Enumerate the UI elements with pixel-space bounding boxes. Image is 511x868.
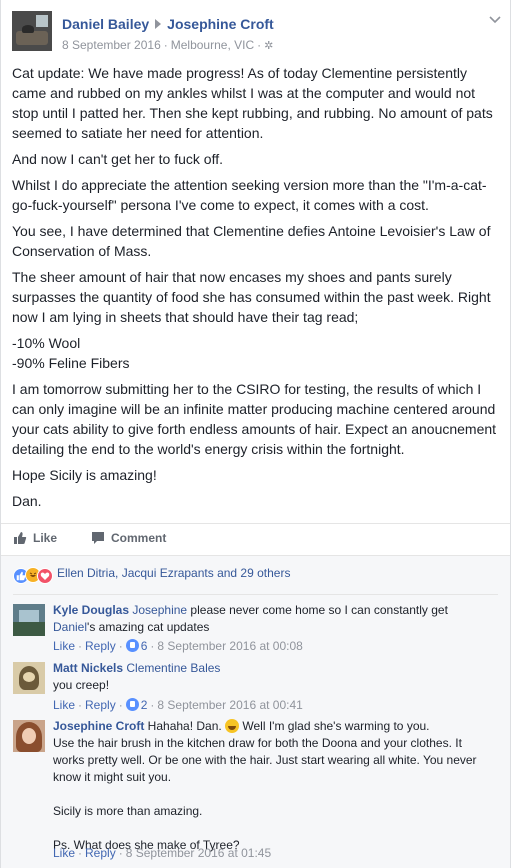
comment-date[interactable]: 8 September 2016 at 00:08 [157,639,302,653]
post-text: Cat update: We have made progress! As of… [12,63,502,517]
comment-footer: Like · Reply · 8 September 2016 at 01:45 [53,846,272,860]
facebook-post: Daniel Bailey Josephine Croft 8 September… [0,0,511,868]
comment: Josephine Croft Hahaha! Dan. Well I'm gl… [13,718,498,863]
post-paragraph: Whilst I do appreciate the attention see… [12,177,487,213]
like-count[interactable]: 6 [141,639,148,653]
comment-text: Use the hair brush in the kitchen draw f… [53,736,477,784]
like-count-icon [125,639,139,652]
comment-text: 's amazing cat updates [87,620,210,634]
tagged-name[interactable]: Josephine [132,603,187,617]
like-count-icon [125,698,139,711]
comment-text: please never come home so I can constant… [187,603,448,617]
laughing-emoji-icon [225,719,240,733]
commenter-name[interactable]: Josephine Croft [53,719,144,733]
commenter-name[interactable]: Kyle Douglas [53,603,129,617]
privacy-icon[interactable]: ✲ [264,39,273,52]
like-count[interactable]: 2 [141,698,148,712]
chevron-down-icon[interactable] [488,13,502,27]
divider [13,594,498,595]
reactions-text[interactable]: Ellen Ditria, Jacqui Ezrapants and 29 ot… [57,566,290,580]
target-name[interactable]: Josephine Croft [167,16,274,32]
comment-reply-link[interactable]: Reply [85,846,116,860]
post-location[interactable]: Melbourne, VIC [171,38,254,52]
comment-date[interactable]: 8 September 2016 at 00:41 [157,698,302,712]
comment-body: Josephine Croft Hahaha! Dan. Well I'm gl… [53,718,493,854]
thumbs-up-icon [14,532,27,544]
commenter-avatar[interactable] [13,720,45,752]
love-reaction-icon [37,568,53,584]
comment-body: Kyle Douglas Josephine please never come… [53,602,493,636]
comment-date[interactable]: 8 September 2016 at 01:45 [126,846,271,860]
comment-like-link[interactable]: Like [53,698,75,712]
comment-text: you creep! [53,678,110,692]
reactions-summary[interactable]: Ellen Ditria, Jacqui Ezrapants and 29 ot… [13,566,290,584]
commenter-avatar[interactable] [13,662,45,694]
post-paragraph: Dan. [12,493,42,509]
arrow-right-icon [155,19,162,29]
comment: Matt Nickels Clementine Bales you creep!… [13,660,498,714]
post-paragraph: Cat update: We have made progress! As of… [12,65,493,141]
post-names: Daniel Bailey Josephine Croft [62,16,274,32]
post-actions: Like Comment [1,523,510,556]
post-meta: 8 September 2016 · Melbourne, VIC · ✲ [62,38,274,52]
comment: Kyle Douglas Josephine please never come… [13,602,498,654]
commenter-name[interactable]: Matt Nickels [53,661,123,675]
post-list-item: -10% Wool [12,335,81,351]
like-button[interactable]: Like [13,531,57,545]
comment-footer: Like · Reply · 2 · 8 September 2016 at 00:41 [53,698,303,712]
comment-like-link[interactable]: Like [53,846,75,860]
tagged-name[interactable]: Daniel [53,620,87,634]
comment-button[interactable]: Comment [91,531,166,545]
post-header: Daniel Bailey Josephine Croft 8 September… [12,11,502,55]
comment-text: Sicily is more than amazing. [53,804,203,818]
post-list-item: -90% Feline Fibers [12,355,130,371]
post-paragraph: I am tomorrow submitting her to the CSIR… [12,381,497,457]
comment-footer: Like · Reply · 6 · 8 September 2016 at 00:08 [53,639,303,653]
comments-section: Ellen Ditria, Jacqui Ezrapants and 29 ot… [1,556,510,868]
author-name[interactable]: Daniel Bailey [62,16,149,32]
comment-reply-link[interactable]: Reply [85,698,116,712]
post-paragraph: The sheer amount of hair that now encase… [12,269,491,325]
post-paragraph: You see, I have determined that Clementi… [12,223,491,259]
comment-text: Hahaha! Dan. [144,719,226,733]
comment-text: Well I'm glad she's warming to you. [239,719,430,733]
commenter-avatar[interactable] [13,604,45,636]
author-avatar[interactable] [12,11,52,51]
comment-body: Matt Nickels Clementine Bales you creep! [53,660,493,694]
comment-like-link[interactable]: Like [53,639,75,653]
post-paragraph: And now I can't get her to fuck off. [12,151,223,167]
comment-icon [92,532,104,544]
tagged-name[interactable]: Clementine Bales [126,661,220,675]
post-date[interactable]: 8 September 2016 [62,38,161,52]
comment-reply-link[interactable]: Reply [85,639,116,653]
post-paragraph: Hope Sicily is amazing! [12,467,157,483]
